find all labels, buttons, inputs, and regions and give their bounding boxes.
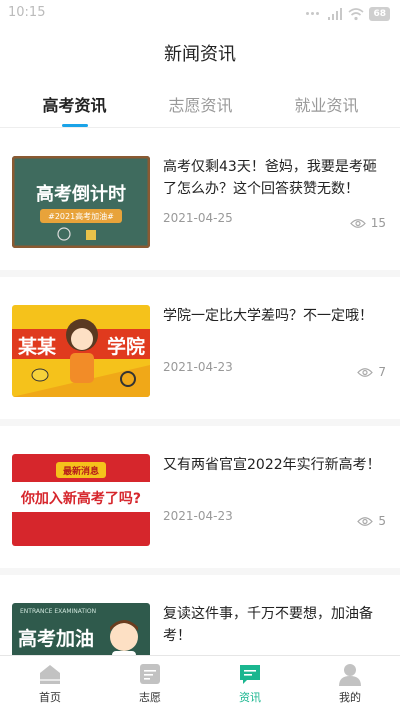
news-date: 2021-04-23 (163, 509, 233, 523)
view-count-value: 5 (378, 514, 386, 528)
nav-volunteer[interactable]: 志愿 (100, 662, 200, 711)
tab-active-indicator (62, 124, 88, 127)
news-date: 2021-04-25 (163, 211, 233, 225)
bottom-nav: 首页 志愿 资讯 我的 (0, 655, 400, 711)
status-icons: 68 (306, 6, 390, 22)
thumb-caption: ENTRANCE EXAMINATION (20, 608, 96, 615)
news-item[interactable]: 某某 学院 学院一定比大学差吗？不一定哦！ 2021-04-23 7 (0, 277, 400, 419)
nav-news[interactable]: 资讯 (200, 662, 300, 711)
thumb-headline: 高考加油 (18, 627, 94, 650)
home-icon (40, 665, 60, 684)
news-title[interactable]: 复读这件事，千万不要想，加油备考！ (163, 603, 388, 647)
tab-volunteer-news[interactable]: 志愿资讯 (134, 92, 267, 128)
nav-home[interactable]: 首页 (0, 662, 100, 711)
nav-volunteer-label: 志愿 (139, 691, 161, 704)
news-item[interactable]: 高考倒计时 #2021高考加油# 高考仅剩43天！爸妈，我要是考砸了怎么办？这个… (0, 128, 400, 270)
eye-icon (349, 218, 366, 228)
view-count: 7 (357, 365, 386, 379)
news-thumbnail: ENTRANCE EXAMINATION 高考加油 (12, 603, 150, 655)
status-time: 10:15 (8, 5, 46, 20)
thumb-headline: 高考倒计时 (36, 183, 126, 205)
tab-employment-news[interactable]: 就业资讯 (260, 92, 393, 128)
news-title[interactable]: 高考仅剩43天！爸妈，我要是考砸了怎么办？这个回答获赞无数！ (163, 156, 388, 200)
thumb-headline: 你加入新高考了吗? (20, 490, 141, 507)
tab-gaokao-news[interactable]: 高考资讯 (8, 92, 141, 128)
thumb-headline: 某某 (18, 335, 57, 358)
page-title: 新闻资讯 (164, 44, 236, 65)
nav-home-label: 首页 (39, 691, 61, 704)
view-count: 15 (349, 216, 386, 230)
document-icon (140, 664, 160, 684)
nav-profile[interactable]: 我的 (300, 662, 400, 711)
news-thumbnail: 最新消息 你加入新高考了吗? (12, 454, 150, 546)
battery-icon: 68 (369, 7, 390, 21)
view-count-value: 7 (378, 365, 386, 379)
view-count: 5 (357, 514, 386, 528)
signal-icon (328, 8, 343, 20)
status-bar: 10:15 68 (0, 0, 400, 28)
category-tabs: 高考资讯 志愿资讯 就业资讯 (0, 88, 400, 128)
nav-news-label: 资讯 (239, 691, 261, 704)
news-thumbnail: 某某 学院 (12, 305, 150, 397)
thumb-subtitle: 学院 (107, 335, 145, 358)
news-title[interactable]: 又有两省官宣2022年实行新高考！ (163, 454, 388, 476)
thumb-badge: 最新消息 (63, 465, 99, 477)
thumb-subtitle: #2021高考加油# (48, 211, 114, 221)
news-date: 2021-04-23 (163, 360, 233, 374)
news-chat-icon (240, 665, 260, 684)
eye-icon (357, 367, 374, 377)
nav-profile-label: 我的 (339, 691, 361, 704)
wifi-icon (348, 8, 364, 21)
user-icon (339, 664, 361, 686)
news-title[interactable]: 学院一定比大学差吗？不一定哦！ (163, 305, 388, 327)
news-thumbnail: 高考倒计时 #2021高考加油# (12, 156, 150, 248)
news-item[interactable]: ENTRANCE EXAMINATION 高考加油 复读这件事，千万不要想，加油… (0, 575, 400, 655)
more-dots-icon (306, 12, 322, 16)
view-count-value: 15 (370, 216, 386, 230)
news-item[interactable]: 最新消息 你加入新高考了吗? 又有两省官宣2022年实行新高考！ 2021-04… (0, 426, 400, 568)
news-list[interactable]: 高考倒计时 #2021高考加油# 高考仅剩43天！爸妈，我要是考砸了怎么办？这个… (0, 128, 400, 655)
eye-icon (357, 516, 374, 526)
